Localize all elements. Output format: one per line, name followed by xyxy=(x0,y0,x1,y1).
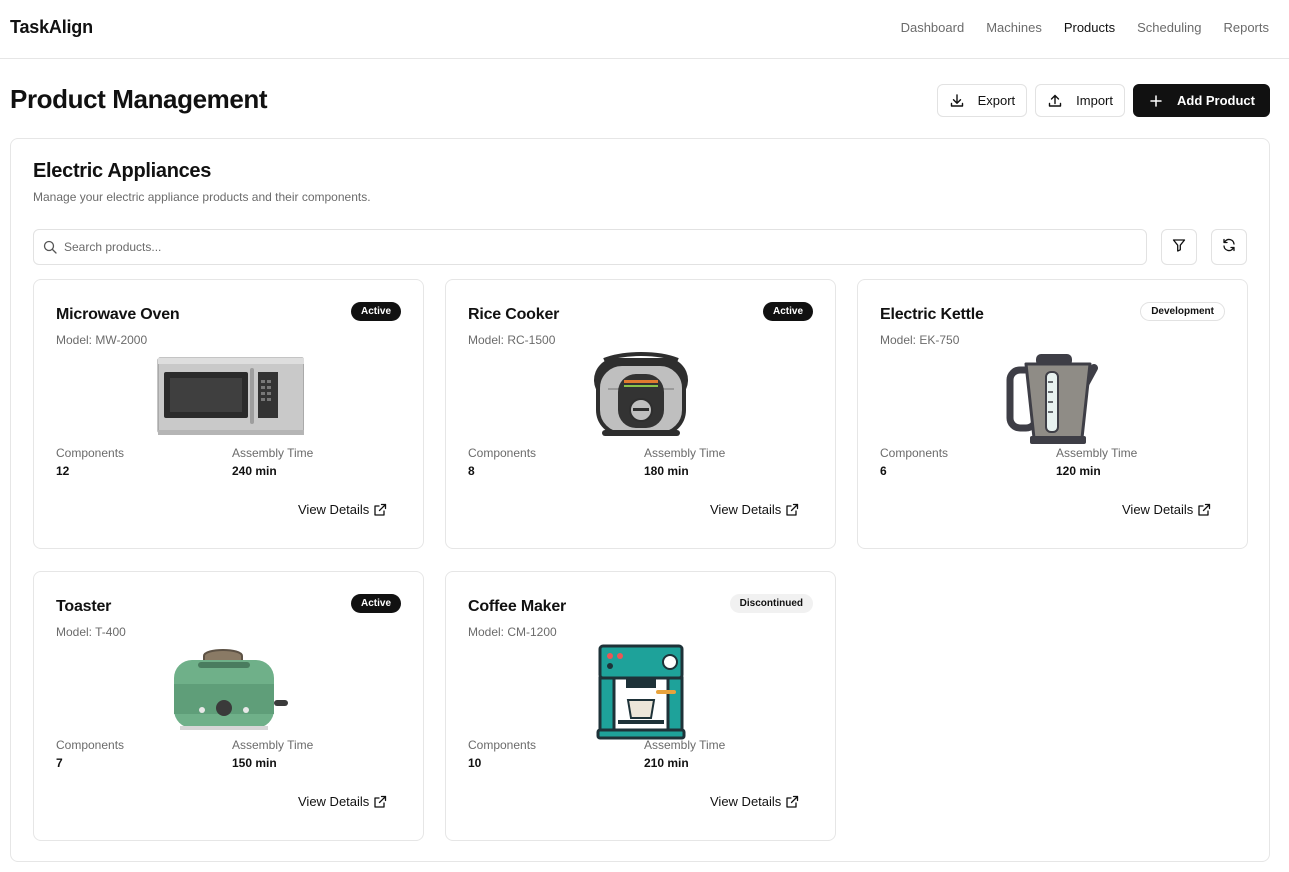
nav-machines[interactable]: Machines xyxy=(986,20,1042,35)
components-label: Components xyxy=(468,738,537,752)
components-value: 8 xyxy=(468,464,475,478)
components-label: Components xyxy=(56,446,125,460)
components-label: Components xyxy=(880,446,949,460)
page-title: Product Management xyxy=(10,84,268,114)
assembly-value: 120 min xyxy=(1056,464,1101,478)
download-icon xyxy=(949,93,965,109)
product-model: Model: EK-750 xyxy=(880,333,960,347)
panel-subtitle: Manage your electric appliance products … xyxy=(33,190,371,204)
components-value: 10 xyxy=(468,756,482,770)
nav-products[interactable]: Products xyxy=(1064,20,1115,35)
search-box xyxy=(33,229,1147,265)
product-name: Coffee Maker xyxy=(468,598,567,615)
panel-title: Electric Appliances xyxy=(33,160,212,182)
external-link-icon xyxy=(373,503,387,517)
nav-dashboard[interactable]: Dashboard xyxy=(901,20,965,35)
view-details-label: View Details xyxy=(710,502,782,517)
refresh-icon xyxy=(1221,237,1237,258)
external-link-icon xyxy=(1197,503,1211,517)
search-icon xyxy=(42,239,58,255)
components-label: Components xyxy=(56,738,125,752)
page-actions: Export Import Add Product xyxy=(936,84,1270,117)
kettle-icon xyxy=(978,350,1128,444)
assembly-label: Assembly Time xyxy=(644,738,726,752)
nav-scheduling[interactable]: Scheduling xyxy=(1137,20,1201,35)
plus-icon xyxy=(1148,93,1164,109)
view-details-link[interactable]: View Details xyxy=(1122,502,1211,517)
components-value: 7 xyxy=(56,756,63,770)
search-input[interactable] xyxy=(64,240,1113,254)
assembly-value: 150 min xyxy=(232,756,277,770)
view-details-link[interactable]: View Details xyxy=(710,502,799,517)
main-nav: Dashboard Machines Products Scheduling R… xyxy=(901,20,1269,35)
filter-button[interactable] xyxy=(1161,229,1197,265)
import-label: Import xyxy=(1076,93,1113,108)
view-details-label: View Details xyxy=(298,794,370,809)
import-button[interactable]: Import xyxy=(1035,84,1125,117)
upload-icon xyxy=(1047,93,1063,109)
status-badge: Development xyxy=(1140,302,1225,321)
appliances-panel: Electric Appliances Manage your electric… xyxy=(10,138,1270,862)
product-card-toaster[interactable]: Toaster Active Model: T-400 Components A… xyxy=(33,571,424,841)
product-card-rice-cooker[interactable]: Rice Cooker Active Model: RC-1500 Compon… xyxy=(445,279,836,549)
product-card-kettle[interactable]: Electric Kettle Development Model: EK-75… xyxy=(857,279,1248,549)
microwave-icon xyxy=(154,350,305,440)
components-label: Components xyxy=(468,446,537,460)
nav-reports[interactable]: Reports xyxy=(1223,20,1269,35)
status-badge: Active xyxy=(762,302,813,321)
product-name: Electric Kettle xyxy=(880,306,984,323)
components-value: 12 xyxy=(56,464,70,478)
assembly-label: Assembly Time xyxy=(232,446,314,460)
product-model: Model: CM-1200 xyxy=(468,625,557,639)
toaster-icon xyxy=(154,642,304,732)
assembly-value: 210 min xyxy=(644,756,689,770)
export-button[interactable]: Export xyxy=(936,84,1028,117)
product-name: Toaster xyxy=(56,598,112,615)
assembly-value: 180 min xyxy=(644,464,689,478)
view-details-link[interactable]: View Details xyxy=(298,502,387,517)
view-details-label: View Details xyxy=(298,502,370,517)
product-name: Microwave Oven xyxy=(56,306,180,323)
status-badge: Active xyxy=(350,594,401,613)
external-link-icon xyxy=(785,503,799,517)
product-card-coffee-maker[interactable]: Coffee Maker Discontinued Model: CM-1200… xyxy=(445,571,836,841)
external-link-icon xyxy=(785,795,799,809)
view-details-label: View Details xyxy=(1122,502,1194,517)
view-details-label: View Details xyxy=(710,794,782,809)
rice-cooker-icon xyxy=(566,350,716,440)
product-name: Rice Cooker xyxy=(468,306,560,323)
add-product-button[interactable]: Add Product xyxy=(1133,84,1270,117)
status-badge: Active xyxy=(350,302,401,321)
external-link-icon xyxy=(373,795,387,809)
refresh-button[interactable] xyxy=(1211,229,1247,265)
product-model: Model: T-400 xyxy=(56,625,126,639)
assembly-value: 240 min xyxy=(232,464,277,478)
product-card-microwave[interactable]: Microwave Oven Active Model: MW-2000 Com… xyxy=(33,279,424,549)
app-brand[interactable]: TaskAlign xyxy=(10,17,93,38)
export-label: Export xyxy=(977,93,1016,108)
top-navbar: TaskAlign Dashboard Machines Products Sc… xyxy=(0,0,1289,59)
assembly-label: Assembly Time xyxy=(644,446,726,460)
assembly-label: Assembly Time xyxy=(232,738,314,752)
assembly-label: Assembly Time xyxy=(1056,446,1138,460)
status-badge: Discontinued xyxy=(729,594,813,613)
coffee-maker-icon xyxy=(566,642,716,740)
product-model: Model: RC-1500 xyxy=(468,333,556,347)
components-value: 6 xyxy=(880,464,887,478)
add-product-label: Add Product xyxy=(1177,93,1255,108)
view-details-link[interactable]: View Details xyxy=(298,794,387,809)
filter-icon xyxy=(1171,237,1187,258)
product-model: Model: MW-2000 xyxy=(56,333,148,347)
view-details-link[interactable]: View Details xyxy=(710,794,799,809)
